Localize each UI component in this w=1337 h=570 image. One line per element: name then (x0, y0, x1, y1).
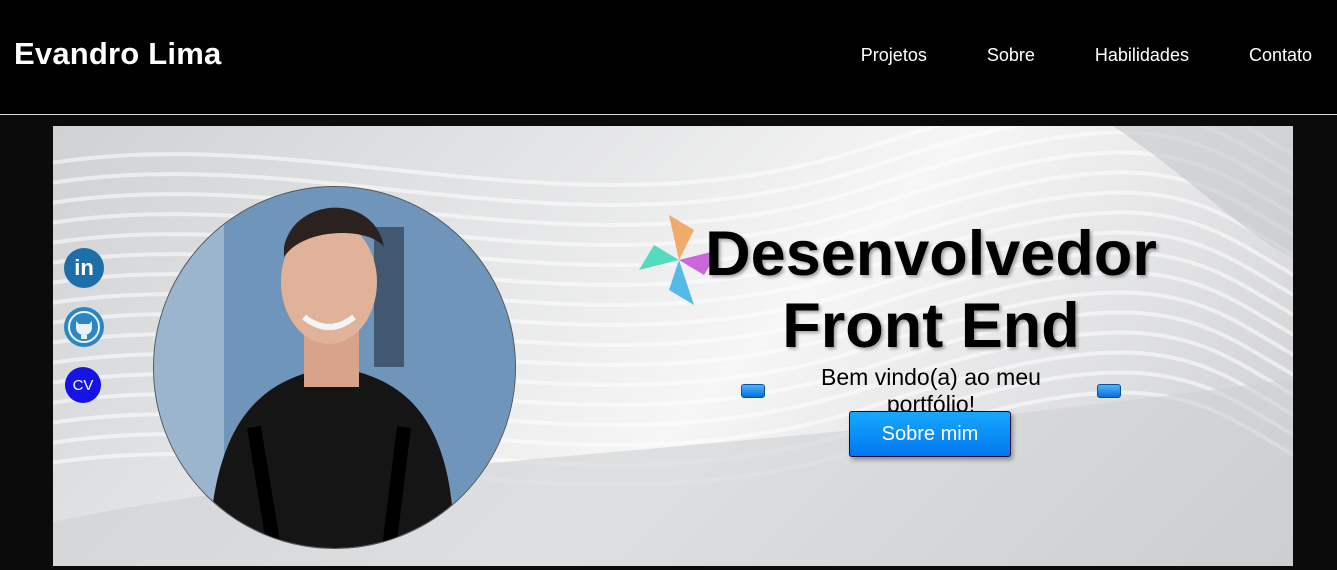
main-nav: Projetos Sobre Habilidades Contato (801, 45, 1312, 66)
cv-download-icon[interactable]: CV (65, 367, 101, 403)
nav-link-sobre[interactable]: Sobre (987, 45, 1035, 66)
blue-pill-icon (1097, 384, 1121, 398)
blue-pill-icon (741, 384, 765, 398)
cv-label: CV (72, 376, 94, 394)
site-brand[interactable]: Evandro Lima (14, 36, 221, 72)
nav-link-contato[interactable]: Contato (1249, 45, 1312, 66)
welcome-message: Bem vindo(a) ao meu portfólio! (731, 364, 1131, 418)
nav-link-habilidades[interactable]: Habilidades (1095, 45, 1189, 66)
welcome-text: Bem vindo(a) ao meu portfólio! (821, 364, 1041, 417)
github-icon[interactable] (64, 307, 104, 347)
profile-photo (153, 186, 516, 549)
hero-banner: in CV Desenvolvedor Front End Bem vindo(… (53, 126, 1293, 566)
linkedin-label: in (74, 255, 94, 280)
about-me-button[interactable]: Sobre mim (849, 411, 1011, 457)
top-navbar: Evandro Lima Projetos Sobre Habilidades … (0, 0, 1337, 115)
nav-link-projetos[interactable]: Projetos (861, 45, 927, 66)
profile-photo-illustration (154, 187, 515, 548)
linkedin-icon[interactable]: in (64, 248, 104, 288)
github-octocat-glyph (76, 321, 92, 339)
headline-line-1: Desenvolvedor (705, 219, 1157, 289)
headline-line-2: Front End (782, 291, 1080, 361)
page-headline: Desenvolvedor Front End (623, 218, 1239, 362)
